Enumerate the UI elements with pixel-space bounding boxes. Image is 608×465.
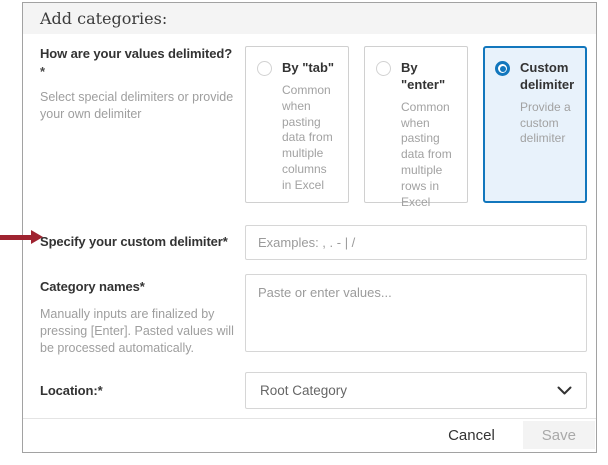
location-label-col: Location:* bbox=[40, 372, 245, 409]
dialog-body: How are your values delimited? * Select … bbox=[23, 34, 596, 409]
category-names-label: Category names* bbox=[40, 279, 239, 296]
delimiter-question-row: How are your values delimited? * Select … bbox=[40, 46, 587, 203]
dialog-footer: Cancel Save bbox=[23, 418, 596, 452]
add-categories-dialog: Add categories: How are your values deli… bbox=[22, 2, 597, 453]
location-select[interactable]: Root Category bbox=[245, 372, 587, 409]
cancel-button[interactable]: Cancel bbox=[438, 423, 505, 448]
option-label: By "tab" bbox=[282, 60, 339, 77]
delimiter-options: By "tab" Common when pasting data from m… bbox=[245, 46, 587, 203]
dialog-header: Add categories: bbox=[23, 3, 596, 34]
radio-unselected-icon[interactable] bbox=[257, 61, 272, 76]
annotation-arrow-head-icon bbox=[31, 230, 43, 244]
save-button[interactable]: Save bbox=[523, 421, 595, 449]
category-names-row: Category names* Manually inputs are fina… bbox=[40, 274, 587, 357]
radio-unselected-icon[interactable] bbox=[376, 61, 391, 76]
option-description: Provide a custom delimiter bbox=[520, 100, 577, 147]
dialog-title: Add categories: bbox=[40, 9, 167, 28]
category-names-description: Manually inputs are finalized by pressin… bbox=[40, 306, 239, 357]
location-label: Location:* bbox=[40, 383, 239, 400]
option-card-by-enter[interactable]: By "enter" Common when pasting data from… bbox=[364, 46, 468, 203]
option-label: Custom delimiter bbox=[520, 60, 577, 94]
location-row: Location:* Root Category bbox=[40, 372, 587, 409]
option-description: Common when pasting data from multiple r… bbox=[401, 100, 458, 211]
option-card-by-tab[interactable]: By "tab" Common when pasting data from m… bbox=[245, 46, 349, 203]
annotation-arrow-shaft bbox=[0, 235, 32, 240]
delimiter-question-label-col: How are your values delimited? * Select … bbox=[40, 46, 245, 203]
chevron-down-icon bbox=[557, 386, 572, 395]
annotation-arrow bbox=[0, 230, 43, 244]
custom-delimiter-label: Specify your custom delimiter* bbox=[40, 234, 239, 251]
category-names-label-col: Category names* Manually inputs are fina… bbox=[40, 274, 245, 357]
delimiter-question-description: Select special delimiters or provide you… bbox=[40, 89, 239, 123]
radio-selected-icon[interactable] bbox=[495, 61, 510, 76]
screenshot-stage: Add categories: How are your values deli… bbox=[0, 0, 608, 465]
delimiter-question-label: How are your values delimited? bbox=[40, 46, 239, 63]
option-label: By "enter" bbox=[401, 60, 458, 94]
custom-delimiter-input[interactable] bbox=[245, 225, 587, 260]
custom-delimiter-row: Specify your custom delimiter* bbox=[40, 225, 587, 260]
required-mark: * bbox=[40, 64, 239, 79]
custom-delimiter-label-col: Specify your custom delimiter* bbox=[40, 225, 245, 260]
category-names-textarea[interactable] bbox=[245, 274, 587, 352]
option-card-custom-delimiter[interactable]: Custom delimiter Provide a custom delimi… bbox=[483, 46, 587, 203]
location-select-value: Root Category bbox=[260, 383, 347, 398]
option-description: Common when pasting data from multiple c… bbox=[282, 83, 339, 194]
